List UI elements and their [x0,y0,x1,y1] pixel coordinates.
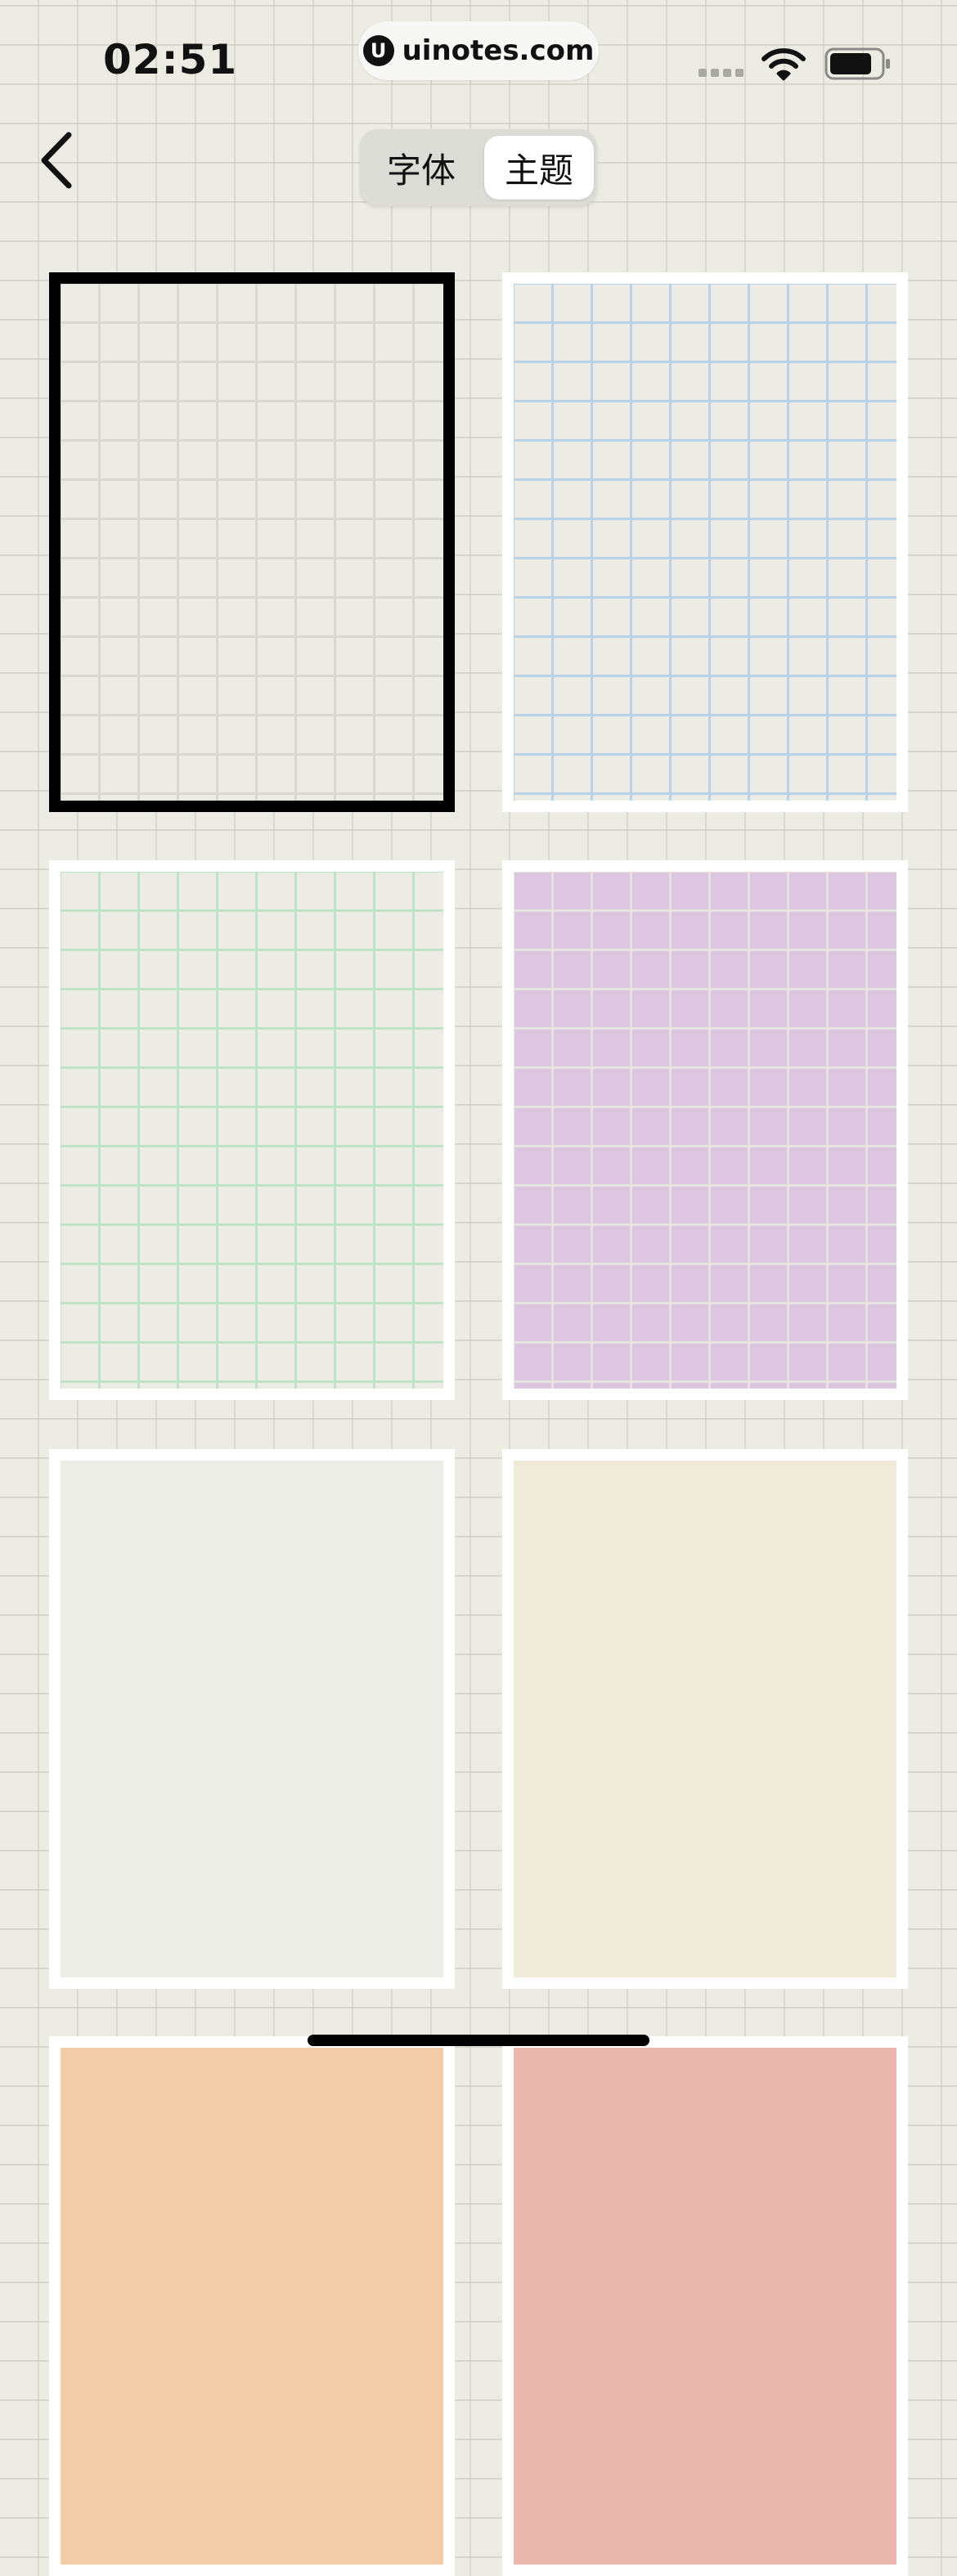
theme-card-plain-beige[interactable] [502,1449,908,1989]
back-button[interactable] [28,128,85,193]
theme-card-plain-gray[interactable] [49,1449,455,1989]
theme-card-grid-blue[interactable] [502,272,908,812]
theme-card-grid-green[interactable] [49,860,455,1400]
wifi-icon [762,48,806,81]
theme-card-grid-purple[interactable] [502,860,908,1400]
url-text: uinotes.com [402,34,595,67]
theme-card-plain-peach[interactable] [49,2036,455,2576]
chevron-left-icon [41,132,72,189]
uinotes-logo-icon: U [362,35,394,66]
tab-fonts[interactable]: 字体 [366,136,476,200]
url-pill[interactable]: U uinotes.com [358,21,599,80]
battery-icon [824,47,890,80]
signal-icon [699,69,744,77]
tab-themes[interactable]: 主题 [484,136,594,200]
theme-card-grid-gray[interactable] [49,272,455,812]
segmented-control: 字体 主题 [360,129,597,206]
home-indicator [308,2035,649,2046]
theme-card-plain-pink[interactable] [502,2036,908,2576]
status-time: 02:51 [103,36,238,83]
